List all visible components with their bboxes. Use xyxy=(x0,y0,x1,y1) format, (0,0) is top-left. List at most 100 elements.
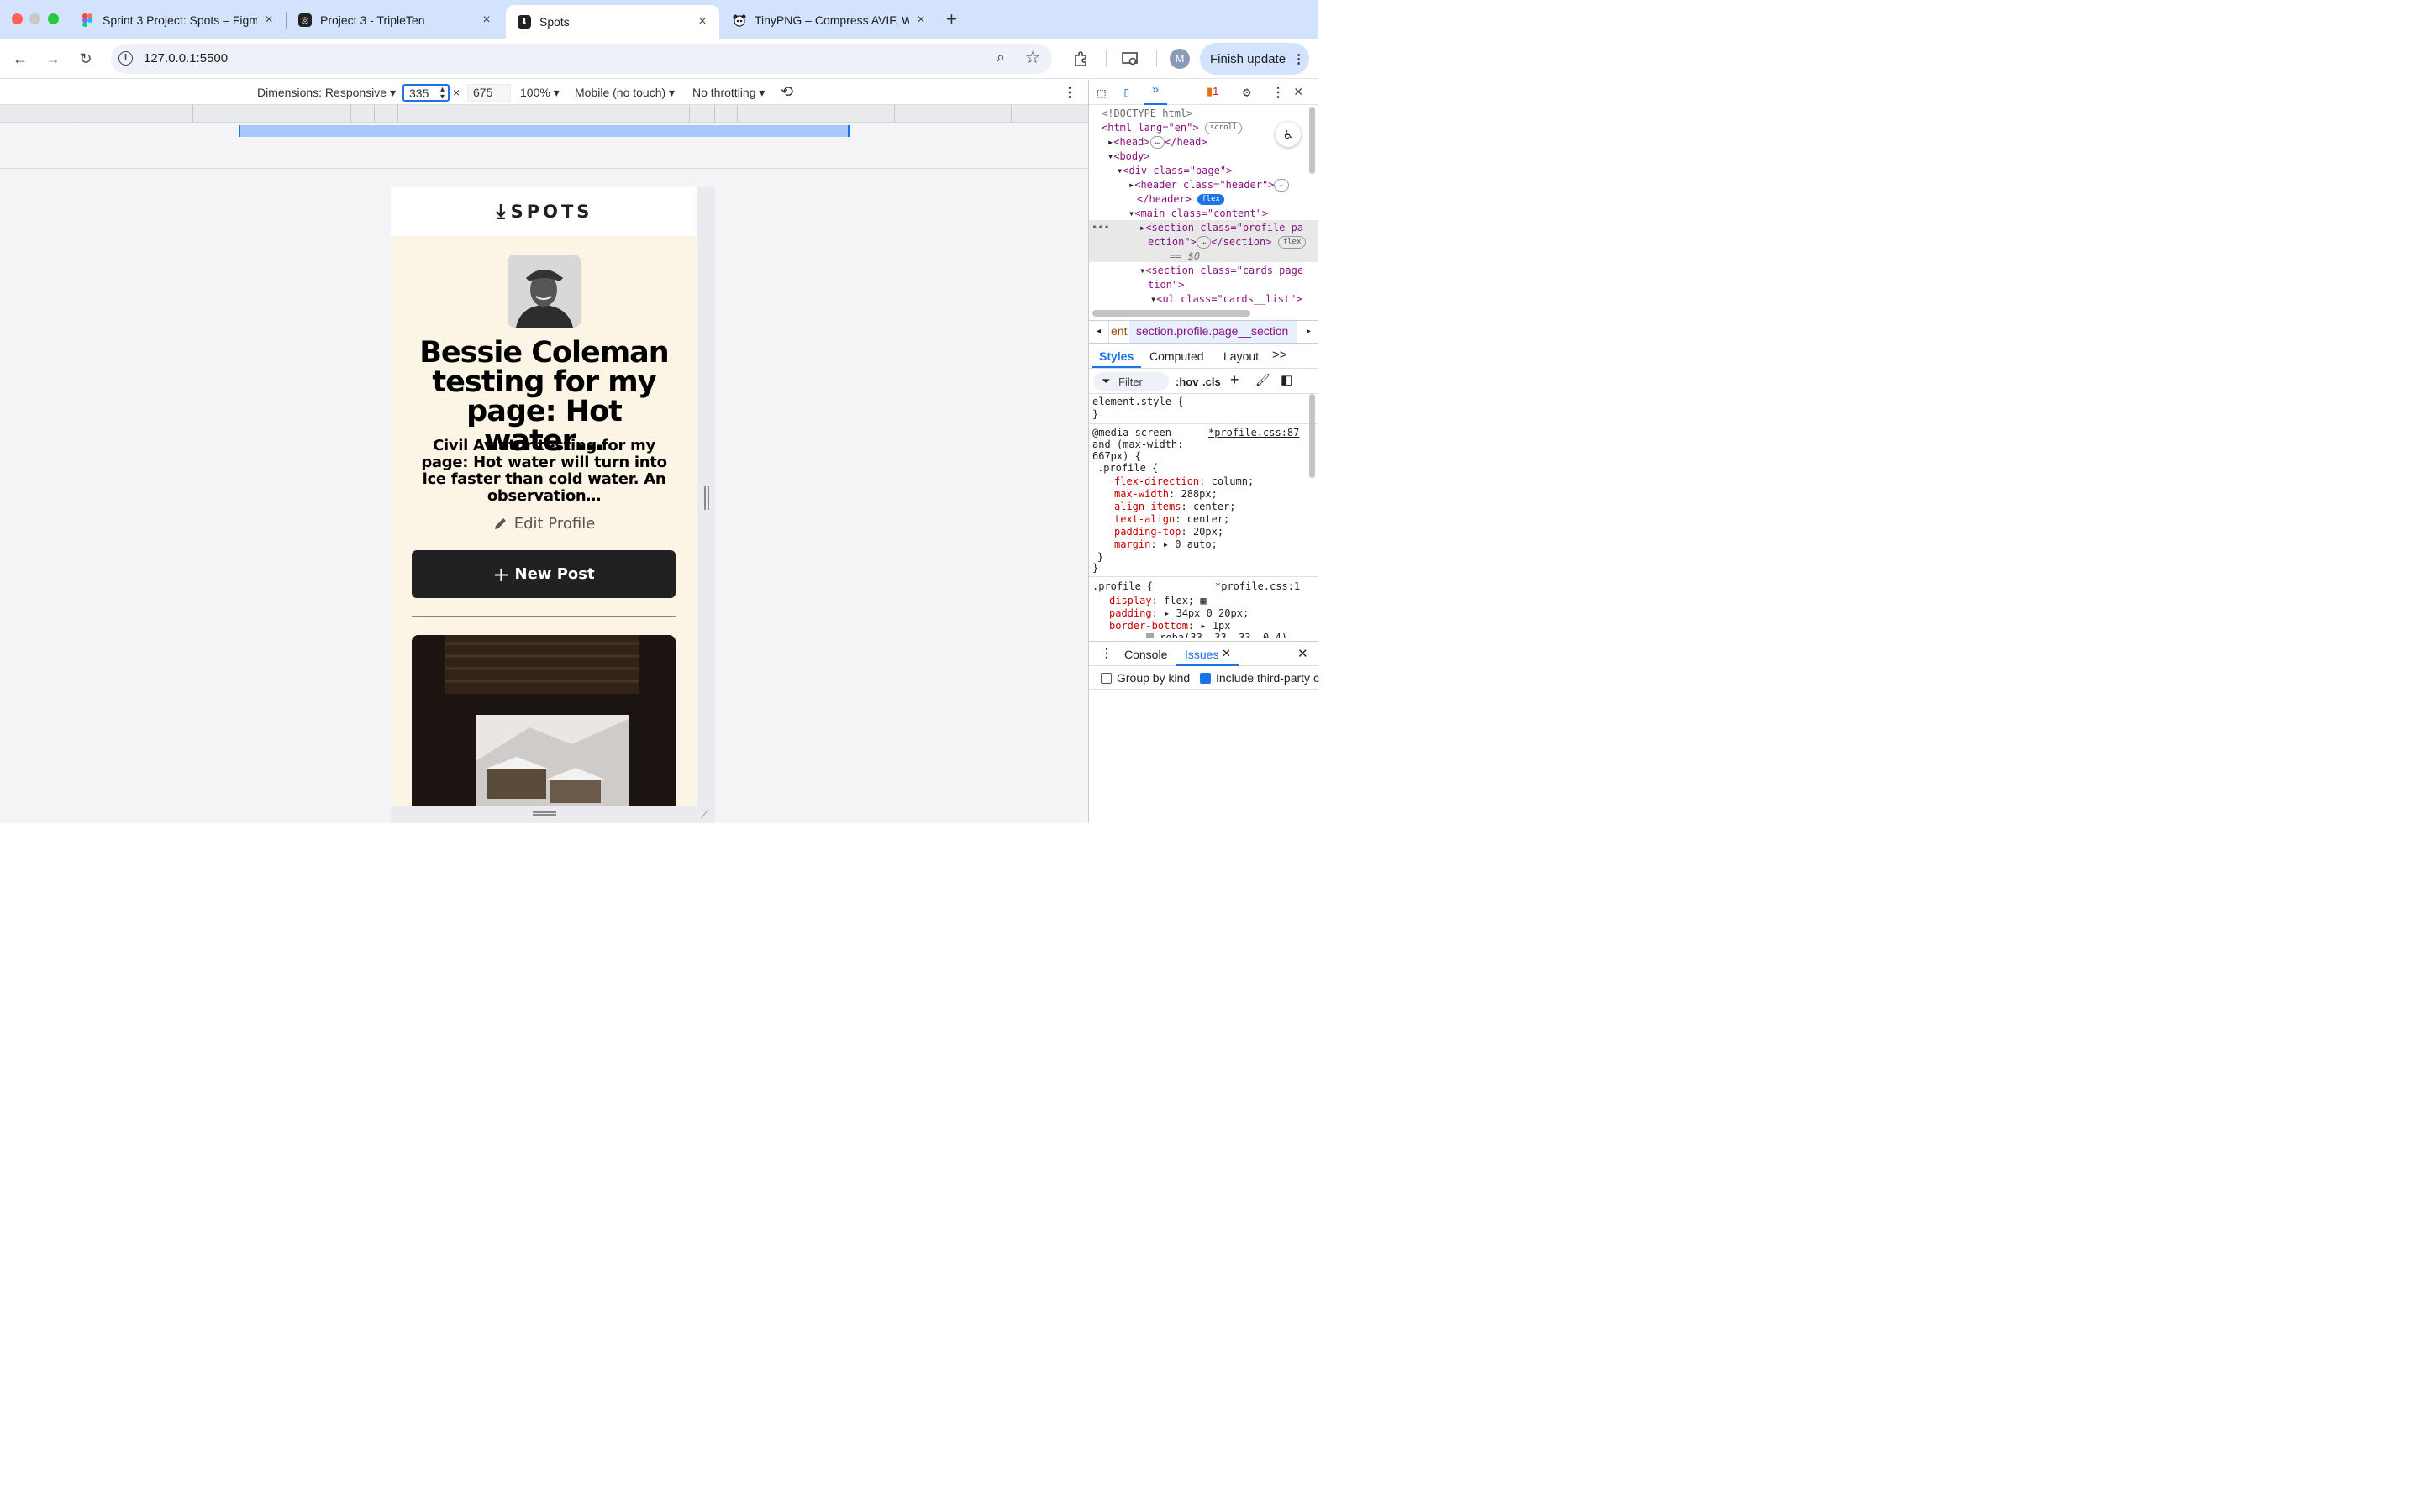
styles-filter-bar: ⏷ Filter :hov .cls + 🖌 ◧ xyxy=(1089,369,1318,394)
accessibility-icon[interactable]: ♿ xyxy=(1276,122,1301,147)
new-post-button[interactable]: + New Post xyxy=(412,550,676,598)
dom-ul[interactable]: ▾<ul class="cards__list"> xyxy=(1150,292,1302,307)
address-bar[interactable]: i 127.0.0.1:5500 ⌕ ☆ xyxy=(111,44,1052,74)
css-prop[interactable]: max-width: 288px; xyxy=(1114,488,1218,501)
tab-figma[interactable]: Sprint 3 Project: Spots – Figm × xyxy=(69,5,286,35)
include-third-party-checkbox[interactable]: Include third-party c xyxy=(1200,671,1319,685)
dom-horizontal-scrollbar[interactable] xyxy=(1092,310,1250,317)
bottom-resize-handle[interactable] xyxy=(533,811,556,816)
more-panels-icon[interactable]: » xyxy=(1144,82,1167,105)
new-tab-button[interactable]: + xyxy=(946,8,957,30)
profile-selector-2[interactable]: .profile { xyxy=(1092,580,1153,593)
dom-head[interactable]: ▸<head>… </head> xyxy=(1107,135,1207,150)
tab-tripleten[interactable]: ◎ Project 3 - TripleTen × xyxy=(287,5,503,35)
dom-section-profile[interactable]: ▸<section class="profile pa xyxy=(1139,221,1303,235)
dom-body[interactable]: ▾<body> xyxy=(1107,150,1150,164)
media-controls-icon[interactable] xyxy=(1120,49,1140,69)
css-prop[interactable]: display: flex; ▦ xyxy=(1109,595,1207,607)
rotate-icon[interactable]: ⟲ xyxy=(781,83,793,101)
settings-gear-icon[interactable]: ⚙ xyxy=(1243,84,1251,100)
css-prop[interactable]: padding: ▸ 34px 0 20px; xyxy=(1109,607,1249,620)
throttling-select[interactable]: No throttling ▾ xyxy=(692,86,765,100)
tab-styles[interactable]: Styles xyxy=(1099,349,1134,363)
breadcrumb-prev[interactable]: ent xyxy=(1111,324,1127,338)
devtools-menu-icon[interactable]: ⋮ xyxy=(1271,84,1285,100)
dom-html[interactable]: <html lang="en"> scroll xyxy=(1102,121,1243,135)
edit-profile-button[interactable]: Edit Profile xyxy=(391,515,697,533)
new-rule-icon[interactable]: + xyxy=(1230,371,1239,389)
breadcrumb-current[interactable]: section.profile.page__section xyxy=(1136,324,1288,338)
close-devtools-icon[interactable]: ✕ xyxy=(1294,83,1302,100)
profile-css-87-link[interactable]: *profile.css:87 xyxy=(1208,427,1299,439)
dom-section-cards[interactable]: ▾<section class="cards page xyxy=(1139,264,1303,278)
plus-icon: + xyxy=(492,562,510,586)
media-query-bar-active[interactable] xyxy=(239,125,850,137)
card-image[interactable] xyxy=(412,635,676,806)
right-resize-handle[interactable] xyxy=(704,486,709,510)
tab-issues[interactable]: Issues xyxy=(1185,648,1218,661)
minimize-window-button[interactable] xyxy=(29,13,40,24)
profile-css-1-link[interactable]: *profile.css:1 xyxy=(1215,580,1300,593)
height-input[interactable]: 675 xyxy=(467,84,511,102)
dom-div-page[interactable]: ▾<div class="page"> xyxy=(1117,164,1232,178)
tab-title: TinyPNG – Compress AVIF, W xyxy=(755,13,909,27)
css-prop[interactable]: text-align: center; xyxy=(1114,513,1229,526)
toolbar-divider xyxy=(1156,50,1157,67)
tab-console[interactable]: Console xyxy=(1124,648,1167,661)
site-info-icon[interactable]: i xyxy=(118,51,133,66)
tab-layout[interactable]: Layout xyxy=(1223,349,1259,363)
tab-tinypng[interactable]: TinyPNG – Compress AVIF, W × xyxy=(721,5,938,35)
tab-close-button[interactable]: × xyxy=(480,13,493,28)
width-input[interactable]: 335 ▴ ▾ xyxy=(402,84,450,102)
filter-input[interactable]: ⏷ Filter xyxy=(1093,372,1169,391)
drawer-menu-icon[interactable]: ⋮ xyxy=(1101,646,1113,660)
device-toggle-icon[interactable]: ▯ xyxy=(1123,84,1131,100)
element-style-rule[interactable]: element.style { xyxy=(1092,396,1183,408)
dom-header[interactable]: ▸<header class="header">… xyxy=(1128,178,1289,192)
profile-avatar[interactable]: M xyxy=(1170,49,1190,69)
cls-toggle[interactable]: .cls xyxy=(1202,375,1221,388)
breadcrumb-scroll-left[interactable]: ◂ xyxy=(1089,321,1109,343)
zoom-window-button[interactable] xyxy=(48,13,59,24)
group-by-kind-checkbox[interactable]: Group by kind xyxy=(1101,671,1190,685)
css-prop[interactable]: flex-direction: column; xyxy=(1114,475,1254,488)
tab-spots[interactable]: ⬇ Spots × xyxy=(506,5,719,39)
inspect-element-icon[interactable]: ⬚ xyxy=(1097,85,1106,101)
hov-toggle[interactable]: :hov xyxy=(1176,375,1198,388)
forward-icon[interactable]: → xyxy=(43,49,63,69)
paint-brush-icon[interactable]: 🖌 xyxy=(1255,373,1270,387)
dom-header-close[interactable]: </header> flex xyxy=(1137,192,1224,207)
profile-selector[interactable]: .profile { xyxy=(1097,462,1158,475)
tab-computed[interactable]: Computed xyxy=(1150,349,1204,363)
styles-scrollbar[interactable] xyxy=(1309,394,1315,478)
zoom-icon[interactable]: ⌕ xyxy=(997,49,1005,66)
css-prop[interactable]: border-bottom: ▸ 1px xyxy=(1109,620,1231,633)
breadcrumb-scroll-right[interactable]: ▸ xyxy=(1299,321,1318,343)
flex-editor-icon[interactable]: ▦ xyxy=(1200,595,1206,606)
tab-close-button[interactable]: × xyxy=(696,14,709,29)
more-tabs-icon[interactable]: >> xyxy=(1272,348,1287,362)
tab-close-button[interactable]: × xyxy=(914,13,928,28)
css-prop[interactable]: padding-top: 20px; xyxy=(1114,526,1223,538)
dom-vertical-scrollbar[interactable] xyxy=(1309,107,1315,174)
corner-resize-handle[interactable]: ⟋ xyxy=(701,807,709,822)
tab-title: Sprint 3 Project: Spots – Figm xyxy=(103,13,257,27)
dom-main[interactable]: ▾<main class="content"> xyxy=(1128,207,1268,221)
reload-icon[interactable]: ↻ xyxy=(76,49,96,69)
bookmark-star-icon[interactable]: ☆ xyxy=(1025,47,1040,68)
close-issues-tab-icon[interactable]: ✕ xyxy=(1222,647,1231,660)
css-prop[interactable]: align-items: center; xyxy=(1114,501,1236,513)
back-icon[interactable]: ← xyxy=(10,49,30,69)
more-options-icon[interactable]: ⋮ xyxy=(1063,84,1076,101)
close-drawer-icon[interactable]: ✕ xyxy=(1297,646,1308,661)
zoom-select[interactable]: 100% ▾ xyxy=(520,86,560,100)
dimensions-select[interactable]: Dimensions: Responsive ▾ xyxy=(257,86,396,100)
tab-close-button[interactable]: × xyxy=(262,13,276,28)
close-window-button[interactable] xyxy=(12,13,23,24)
issues-badge[interactable]: ▮1 xyxy=(1207,85,1218,98)
finish-update-button[interactable]: Finish update ⋮ xyxy=(1200,43,1309,75)
device-type-select[interactable]: Mobile (no touch) ▾ xyxy=(575,86,675,100)
sidebar-toggle-icon[interactable]: ◧ xyxy=(1281,372,1292,387)
css-prop[interactable]: margin: ▸ 0 auto; xyxy=(1114,538,1218,551)
extensions-icon[interactable] xyxy=(1071,49,1091,69)
